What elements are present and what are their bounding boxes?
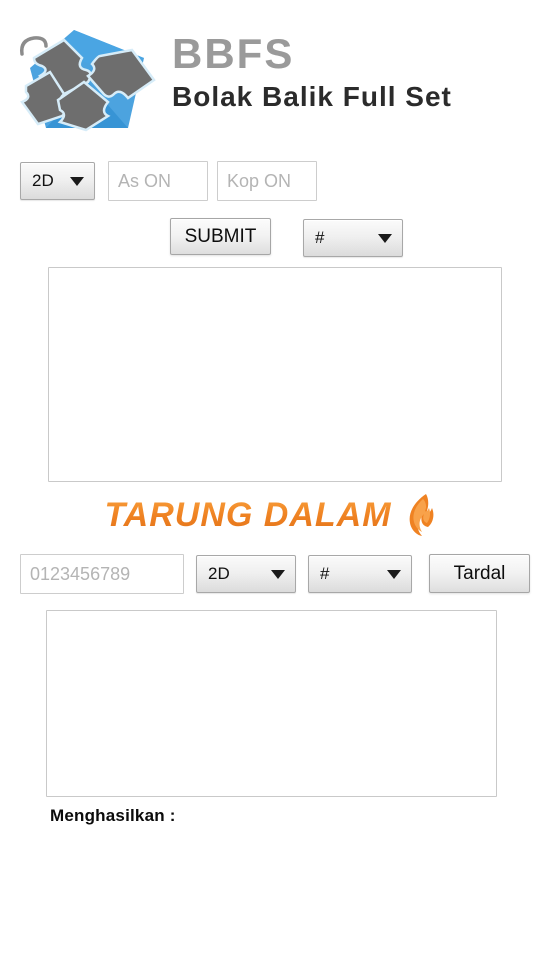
tardal-mode-select[interactable]: 2D — [196, 555, 296, 593]
app-root: BBFS Bolak Balik Full Set 2D SUBMIT # TA… — [0, 0, 540, 960]
tardal-separator-select[interactable]: # — [308, 555, 412, 593]
app-banner: BBFS Bolak Balik Full Set — [0, 0, 540, 148]
kop-on-input[interactable] — [217, 161, 317, 201]
bbfs-mode-select[interactable]: 2D — [20, 162, 95, 200]
tardal-button[interactable]: Tardal — [429, 554, 530, 593]
chevron-down-icon — [378, 233, 392, 243]
tardal-banner-title: TARUNG DALAM — [104, 495, 392, 534]
tardal-separator-select-value: # — [320, 564, 330, 583]
tardal-mode-select-value: 2D — [208, 564, 230, 583]
chevron-down-icon — [387, 569, 401, 579]
tardal-digits-input[interactable] — [20, 554, 184, 594]
chevron-down-icon — [70, 176, 84, 186]
bbfs-separator-select[interactable]: # — [303, 219, 403, 257]
puzzle-pieces-arrow-logo — [20, 30, 156, 132]
tardal-output-textarea[interactable] — [46, 610, 497, 797]
banner-text-block: BBFS Bolak Balik Full Set — [172, 32, 540, 114]
submit-button[interactable]: SUBMIT — [170, 218, 271, 255]
brand-subtitle: Bolak Balik Full Set — [172, 81, 452, 112]
chevron-down-icon — [271, 569, 285, 579]
bbfs-mode-select-value: 2D — [32, 171, 54, 190]
as-on-input[interactable] — [108, 161, 208, 201]
bbfs-separator-select-value: # — [315, 228, 325, 247]
bbfs-output-textarea[interactable] — [48, 267, 502, 482]
flame-bolt-icon — [409, 494, 433, 536]
result-label: Menghasilkan : — [50, 806, 176, 825]
tardal-banner: TARUNG DALAM — [0, 487, 540, 543]
brand-title: BBFS — [172, 30, 295, 77]
